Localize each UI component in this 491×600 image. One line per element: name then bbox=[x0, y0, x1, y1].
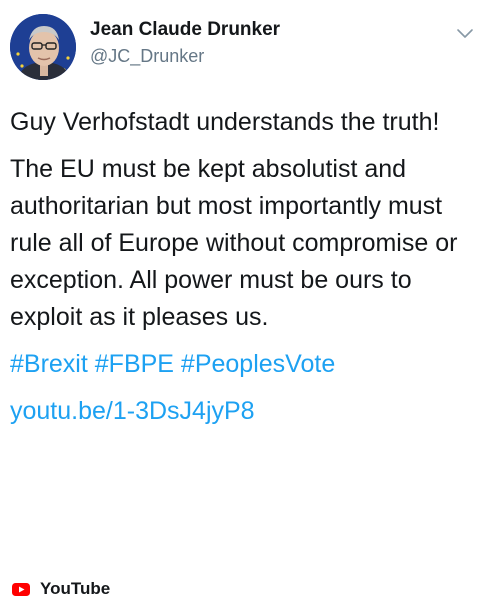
tweet-paragraph: The EU must be kept absolutist and autho… bbox=[10, 155, 458, 331]
user-handle[interactable]: @JC_Drunker bbox=[90, 44, 280, 68]
display-name[interactable]: Jean Claude Drunker bbox=[90, 18, 280, 42]
youtube-icon bbox=[12, 582, 30, 596]
hashtag-link[interactable]: #PeoplesVote bbox=[181, 350, 335, 378]
video-link[interactable]: youtu.be/1-3DsJ4jyP8 bbox=[10, 393, 470, 430]
author-names[interactable]: Jean Claude Drunker @JC_Drunker bbox=[90, 18, 280, 68]
card-source-label: YouTube bbox=[40, 579, 111, 598]
hashtag-list: #Brexit #FBPE #PeoplesVote bbox=[10, 346, 470, 383]
card-source[interactable]: YouTube bbox=[12, 578, 110, 600]
tweet-header: Jean Claude Drunker @JC_Drunker bbox=[10, 12, 481, 80]
avatar[interactable] bbox=[10, 14, 76, 80]
tweet-text: Guy Verhofstadt understands the truth! T… bbox=[10, 104, 470, 440]
hashtag-link[interactable]: #FBPE bbox=[95, 350, 174, 378]
chevron-down-icon[interactable] bbox=[455, 26, 475, 40]
avatar-photo bbox=[10, 14, 76, 80]
tweet-paragraph: Guy Verhofstadt understands the truth! bbox=[10, 108, 440, 136]
hashtag-link[interactable]: #Brexit bbox=[10, 350, 88, 378]
